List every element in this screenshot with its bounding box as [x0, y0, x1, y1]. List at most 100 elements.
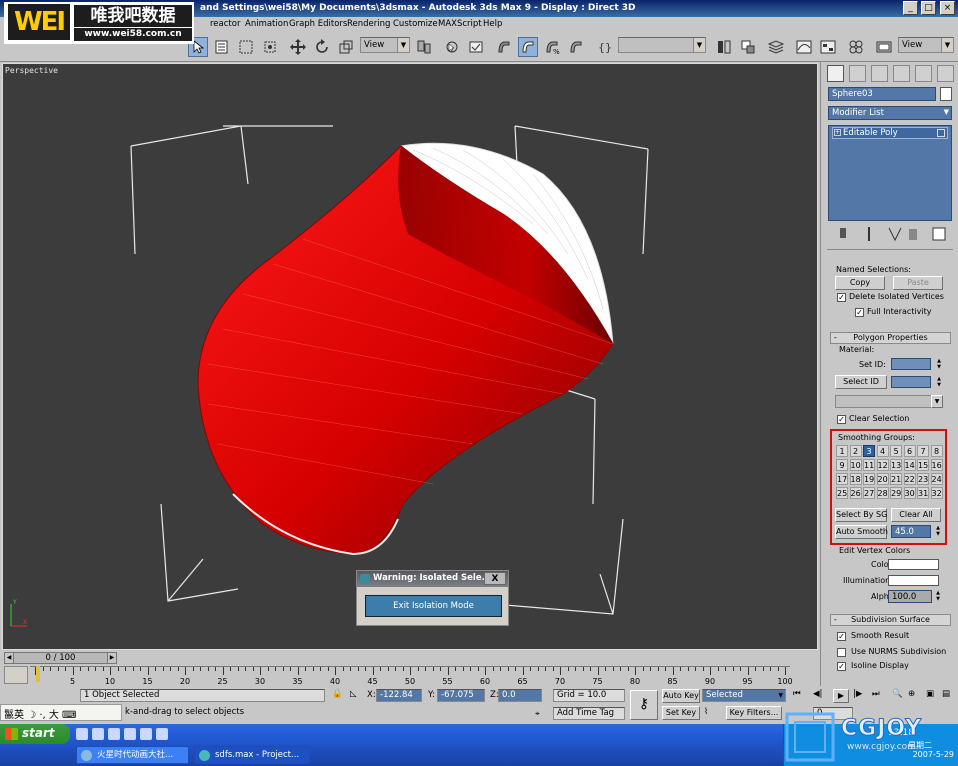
curve-editor-icon[interactable]: [794, 37, 814, 57]
edit-named-selection-icon[interactable]: {}: [594, 37, 614, 57]
smoothing-group-26[interactable]: 26: [849, 487, 862, 499]
smoothing-group-12[interactable]: 12: [876, 459, 889, 471]
quick-launch-desktop-icon[interactable]: [76, 728, 88, 740]
smoothing-group-2[interactable]: 2: [849, 445, 862, 457]
smoothing-group-18[interactable]: 18: [849, 473, 862, 485]
material-name-dropdown[interactable]: [835, 395, 941, 408]
smoothing-group-11[interactable]: 11: [863, 459, 875, 471]
frame-ruler[interactable]: 5 10 15 20 25 30 35 40 45 50 55 60 65 70 75 80 85 90 95 100: [30, 666, 793, 686]
add-time-tag-field[interactable]: Add Time Tag: [553, 707, 625, 720]
minimize-button[interactable]: _: [903, 1, 918, 15]
alpha-spinner[interactable]: ▲ ▼: [934, 590, 942, 604]
remove-modifier-icon[interactable]: [903, 224, 919, 240]
render-type-dropdown[interactable]: View ▼: [898, 37, 954, 53]
auto-smooth-field[interactable]: 45.0: [891, 525, 931, 538]
smoothing-group-5[interactable]: 5: [890, 445, 902, 457]
prev-key-icon[interactable]: ◀|: [813, 689, 822, 699]
auto-smooth-spinner[interactable]: ▲ ▼: [934, 525, 942, 539]
smoothing-group-10[interactable]: 10: [849, 459, 862, 471]
current-frame-marker[interactable]: [36, 666, 40, 682]
absolute-mode-icon[interactable]: ◺: [350, 689, 357, 699]
smoothing-group-31[interactable]: 31: [917, 487, 929, 499]
smoothing-group-20[interactable]: 20: [876, 473, 889, 485]
pivot-center-icon[interactable]: [414, 37, 434, 57]
lock-selection-icon[interactable]: 🔒: [332, 689, 343, 699]
taskbar-item-3dsmax[interactable]: sdfs.max - Project...: [194, 746, 310, 764]
smoothing-group-4[interactable]: 4: [876, 445, 889, 457]
smoothing-group-28[interactable]: 28: [876, 487, 889, 499]
render-scene-icon[interactable]: [874, 37, 894, 57]
pin-stack-icon[interactable]: [833, 224, 849, 240]
select-by-name-icon[interactable]: [212, 37, 232, 57]
y-coordinate-field[interactable]: -67.075: [437, 689, 485, 702]
display-tab-icon[interactable]: [915, 65, 932, 82]
zoom-extents-all-icon[interactable]: ▤: [942, 689, 950, 699]
smoothing-group-16[interactable]: 16: [930, 459, 943, 471]
named-selection-dropdown[interactable]: ▼: [618, 37, 706, 53]
set-key-button[interactable]: Set Key: [662, 706, 700, 720]
percent-snap-icon[interactable]: %: [542, 37, 562, 57]
reference-coordinate-dropdown[interactable]: View ▼: [360, 37, 410, 53]
smoothing-group-30[interactable]: 30: [903, 487, 916, 499]
smoothing-group-25[interactable]: 25: [836, 487, 848, 499]
schematic-view-icon[interactable]: [818, 37, 838, 57]
key-tangent-icon[interactable]: ⌇: [704, 707, 708, 717]
clear-selection-checkbox[interactable]: ✓: [837, 415, 846, 424]
next-frame-icon[interactable]: ▶: [107, 652, 117, 664]
smooth-result-checkbox[interactable]: ✓: [837, 632, 846, 641]
smoothing-group-6[interactable]: 6: [903, 445, 916, 457]
hierarchy-tab-icon[interactable]: [871, 65, 888, 82]
configure-sets-icon[interactable]: [929, 224, 946, 241]
window-crossing-icon[interactable]: [260, 37, 280, 57]
smoothing-group-32[interactable]: 32: [930, 487, 943, 499]
quick-launch-back-icon[interactable]: [124, 728, 136, 740]
clear-all-button[interactable]: Clear All: [891, 508, 941, 522]
chevron-down-icon[interactable]: ▼: [931, 395, 943, 408]
go-to-end-icon[interactable]: ⏭: [872, 689, 880, 699]
z-coordinate-field[interactable]: 0.0: [498, 689, 542, 702]
vertex-color-swatch[interactable]: [888, 559, 939, 570]
quick-launch-app-icon[interactable]: [140, 728, 152, 740]
menu-help[interactable]: Help: [483, 19, 502, 29]
go-to-start-icon[interactable]: ⏮: [793, 689, 801, 699]
show-end-result-icon[interactable]: [859, 224, 875, 241]
auto-smooth-button[interactable]: Auto Smooth: [835, 525, 888, 539]
prev-frame-icon[interactable]: ◀: [4, 652, 14, 664]
key-mode-dropdown[interactable]: Selected ▼: [702, 689, 786, 702]
smoothing-group-23[interactable]: 23: [917, 473, 929, 485]
region-select-icon[interactable]: [236, 37, 256, 57]
maximize-button[interactable]: □: [921, 1, 936, 15]
utilities-tab-icon[interactable]: [937, 65, 954, 82]
menu-graph-editors[interactable]: Graph Editors: [289, 19, 347, 29]
auto-key-button[interactable]: Auto Key: [662, 689, 700, 703]
scale-icon[interactable]: [336, 37, 356, 57]
time-tag-icon[interactable]: ⌖: [535, 709, 540, 719]
zoom-extents-icon[interactable]: ▣: [926, 689, 934, 699]
expand-icon[interactable]: +: [834, 129, 841, 136]
close-button[interactable]: ×: [940, 1, 955, 15]
smoothing-group-13[interactable]: 13: [890, 459, 902, 471]
material-editor-icon[interactable]: [846, 37, 866, 57]
smoothing-group-7[interactable]: 7: [917, 445, 929, 457]
select-id-spinner[interactable]: ▲ ▼: [935, 376, 943, 390]
make-unique-icon[interactable]: [885, 224, 902, 242]
smoothing-group-1[interactable]: 1: [836, 445, 848, 457]
keyboard-shortcut-icon[interactable]: [466, 37, 486, 57]
paste-button[interactable]: Paste: [893, 276, 943, 290]
perspective-viewport[interactable]: Perspective Y X Warning: Isolated Sele..…: [2, 63, 818, 650]
set-id-field[interactable]: [891, 358, 931, 370]
subdivision-surface-rollout[interactable]: - Subdivision Surface: [830, 614, 951, 626]
ime-toolbar[interactable]: 鬣英 ☽ ·, 大 ⌨: [0, 704, 122, 721]
stack-item-editable-poly[interactable]: + Editable Poly: [832, 127, 948, 139]
smoothing-group-24[interactable]: 24: [930, 473, 943, 485]
select-id-button[interactable]: Select ID: [835, 375, 887, 389]
smoothing-group-8[interactable]: 8: [930, 445, 943, 457]
menu-customize[interactable]: Customize: [393, 19, 438, 29]
layer-manager-icon[interactable]: [766, 37, 786, 57]
time-slider[interactable]: ◀ 0 / 100 ▶: [4, 652, 117, 664]
smoothing-group-19[interactable]: 19: [863, 473, 875, 485]
modify-tab-icon[interactable]: [849, 65, 866, 82]
play-icon[interactable]: ▶: [833, 689, 849, 703]
mini-curve-editor-icon[interactable]: [4, 666, 28, 684]
quick-launch-ie-icon[interactable]: [108, 728, 120, 740]
